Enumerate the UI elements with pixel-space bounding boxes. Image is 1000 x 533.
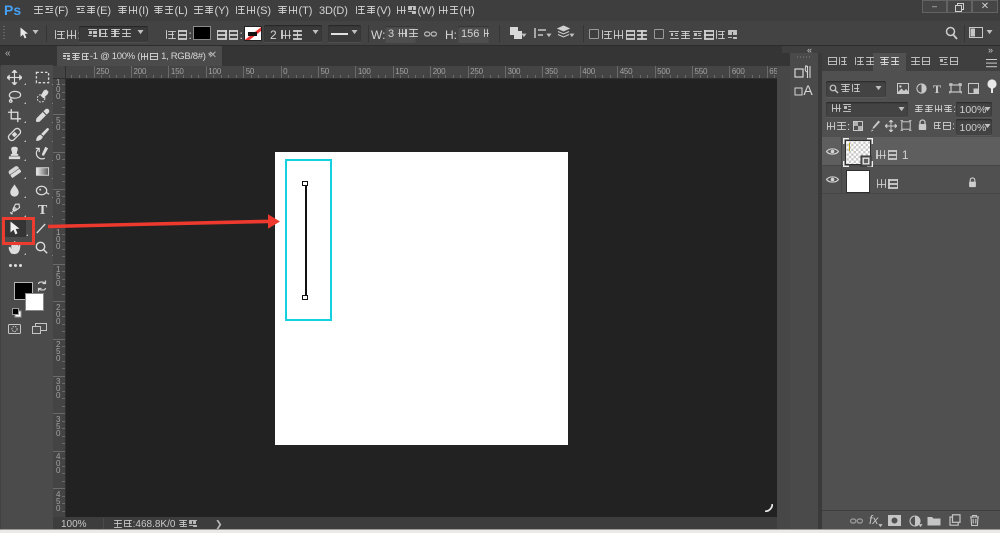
svg-text:A: A <box>803 82 813 97</box>
